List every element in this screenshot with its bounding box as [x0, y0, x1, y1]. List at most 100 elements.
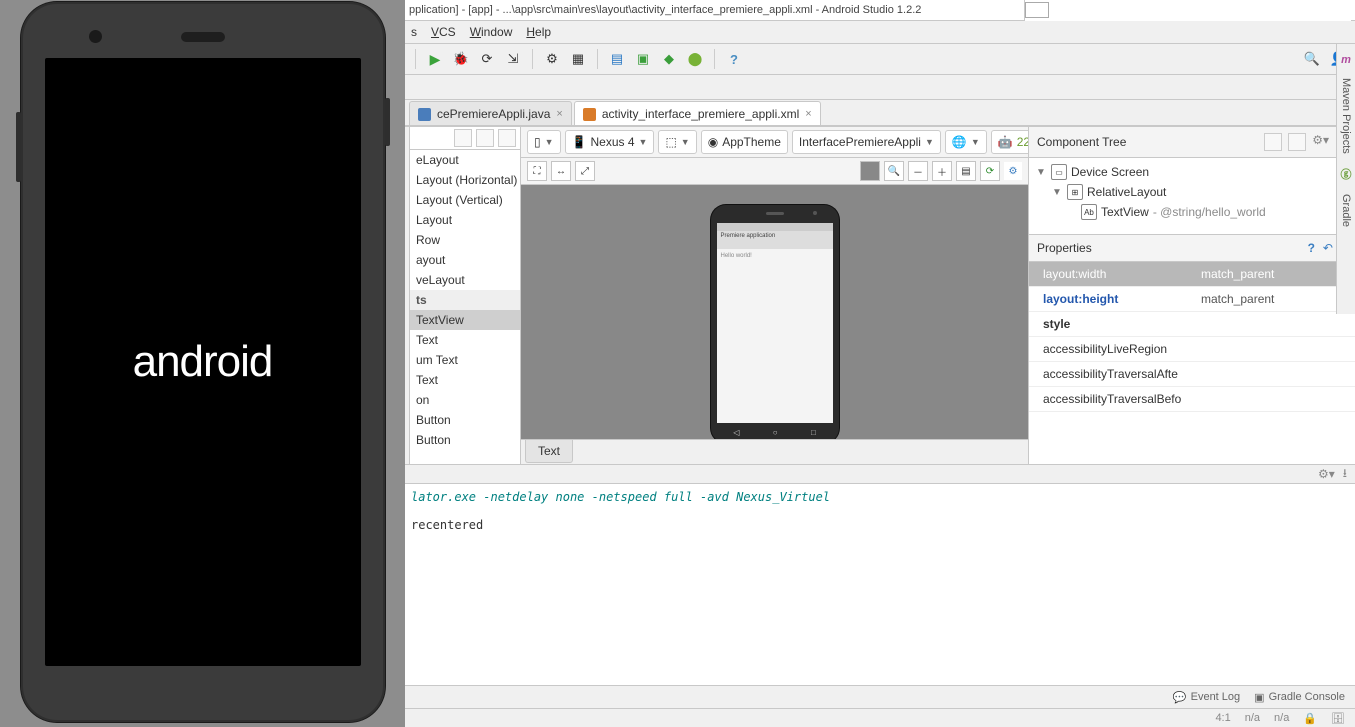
menu-vcs[interactable]: VCS [431, 25, 456, 39]
zoom-out-icon[interactable]: － [908, 161, 928, 181]
palette-item[interactable]: on [410, 390, 520, 410]
tab-layout-file[interactable]: activity_interface_premiere_appli.xml × [574, 101, 821, 126]
property-value[interactable]: match_parent [1193, 267, 1355, 281]
event-log-button[interactable]: 💬 Event Log [1173, 691, 1240, 704]
screenshot-icon[interactable]: ▤ [956, 161, 976, 181]
tab-java-file[interactable]: cePremiereAppli.java × [409, 101, 572, 126]
zoom-fit-icon[interactable]: ⛶ [527, 161, 547, 181]
tree-expand-icon[interactable] [1264, 133, 1282, 151]
properties-table[interactable]: layout:width match_parent layout:height … [1029, 262, 1355, 464]
help-button[interactable]: ? [725, 50, 743, 68]
attach-button[interactable]: ⇲ [504, 50, 522, 68]
zoom-in-icon[interactable]: 🔍 [884, 161, 904, 181]
menu-window[interactable]: Window [470, 25, 513, 39]
tree-row-device-screen[interactable]: ▼ ▭ Device Screen [1033, 162, 1351, 182]
console-output[interactable]: lator.exe -netdelay none -netspeed full … [405, 484, 1355, 685]
zoom-actual-icon[interactable]: ↔ [551, 161, 571, 181]
palette-tool-2[interactable] [476, 129, 494, 147]
tab-text-mode[interactable]: Text [525, 440, 573, 463]
locale-dropdown[interactable]: 🌐▼ [945, 130, 987, 154]
activity-dropdown[interactable]: InterfacePremiereAppli▼ [792, 130, 941, 154]
gradle-console-button[interactable]: ▣ Gradle Console [1254, 691, 1345, 704]
sdk-manager-button[interactable]: ▣ [634, 50, 652, 68]
tree-twisty-icon[interactable]: ▼ [1051, 187, 1063, 198]
tab-close-icon[interactable]: × [556, 108, 562, 120]
palette-item[interactable]: Button [410, 410, 520, 430]
tree-twisty-icon[interactable]: ▼ [1035, 167, 1047, 178]
properties-help-icon[interactable]: ? [1308, 241, 1315, 255]
property-row[interactable]: accessibilityTraversalAfte [1029, 362, 1355, 387]
window-maximize-button[interactable] [1025, 2, 1049, 18]
android-icon[interactable]: ⬤ [686, 50, 704, 68]
design-canvas[interactable]: Premiere application Hello world! ◁ ○ □ [521, 185, 1028, 439]
android-boot-logo: android [133, 337, 273, 387]
status-lock-icon[interactable]: 🔒 [1303, 712, 1317, 725]
palette-item[interactable]: Layout (Vertical) [410, 190, 520, 210]
tree-row-relativelayout[interactable]: ▼ ⊞ RelativeLayout [1033, 182, 1351, 202]
component-tree-header: Component Tree ⚙▾ → [1029, 127, 1355, 158]
palette-item-textview[interactable]: TextView [410, 310, 520, 330]
editor-tabs: cePremiereAppli.java × activity_interfac… [405, 100, 1355, 126]
properties-undo-icon[interactable]: ↶ [1323, 241, 1333, 255]
palette-item[interactable]: veLayout [410, 270, 520, 290]
zoom-reset-icon[interactable]: ⤢ [575, 161, 595, 181]
palette-group-header[interactable]: ts [410, 290, 520, 310]
palette-item[interactable]: Layout [410, 210, 520, 230]
palette-item[interactable]: eLayout [410, 150, 520, 170]
palette-item[interactable]: Row [410, 230, 520, 250]
status-trash-icon[interactable]: 🗄 [1331, 712, 1345, 725]
menu-cut-off[interactable]: s [411, 25, 417, 39]
palette-panel: eLayout Layout (Horizontal) Layout (Vert… [410, 127, 521, 464]
maven-projects-button[interactable]: Maven Projects [1340, 78, 1352, 154]
zoom-100-icon[interactable]: ＋ [932, 161, 952, 181]
palette-tool-1[interactable] [454, 129, 472, 147]
palette-item[interactable]: Text [410, 330, 520, 350]
profile-button[interactable]: ⟳ [478, 50, 496, 68]
gradle-button[interactable]: Gradle [1340, 194, 1352, 227]
ddms-button[interactable]: ◆ [660, 50, 678, 68]
component-tree-title: Component Tree [1037, 135, 1126, 149]
palette-item[interactable]: Text [410, 370, 520, 390]
avd-manager-button[interactable]: ▤ [608, 50, 626, 68]
palette-item[interactable]: um Text [410, 350, 520, 370]
status-na1: n/a [1245, 712, 1260, 724]
property-value[interactable]: match_parent [1193, 292, 1355, 306]
orientation-dropdown[interactable]: ▯▼ [527, 130, 561, 154]
palette-item[interactable]: Button [410, 430, 520, 450]
preview-screen[interactable]: Premiere application Hello world! [717, 223, 833, 423]
device-screen[interactable]: android [45, 58, 361, 666]
property-row[interactable]: style [1029, 312, 1355, 337]
device-earpiece [181, 32, 225, 42]
palette-item[interactable]: Layout (Horizontal) [410, 170, 520, 190]
preview-body: Hello world! [717, 249, 833, 423]
refresh-icon[interactable]: ⟳ [980, 161, 1000, 181]
theme-dropdown[interactable]: ◉ AppTheme [701, 130, 788, 154]
property-row[interactable]: accessibilityTraversalBefo [1029, 387, 1355, 412]
maven-icon[interactable]: m [1341, 54, 1351, 66]
component-tree[interactable]: ▼ ▭ Device Screen ▼ ⊞ RelativeLayout Ab … [1029, 158, 1355, 235]
debug-button[interactable]: 🐞 [452, 50, 470, 68]
api-dropdown[interactable]: 🤖 22▼ [991, 130, 1028, 154]
property-row[interactable]: layout:height match_parent [1029, 287, 1355, 312]
palette-gear-icon[interactable] [498, 129, 516, 147]
config-dropdown[interactable]: ⬚▼ [658, 130, 696, 154]
search-everywhere-icon[interactable]: 🔍 [1303, 50, 1321, 68]
tree-row-textview[interactable]: Ab TextView - @string/hello_world [1033, 202, 1351, 222]
toolbar-icon-1[interactable]: ⚙ [543, 50, 561, 68]
console-gear-icon[interactable]: ⚙▾ [1318, 467, 1335, 481]
menu-help[interactable]: Help [526, 25, 551, 39]
palette-item[interactable]: ayout [410, 250, 520, 270]
settings-gear-icon[interactable]: ⚙ [1004, 162, 1022, 180]
tree-gear-icon[interactable]: ⚙▾ [1312, 133, 1329, 151]
property-row[interactable]: layout:width match_parent [1029, 262, 1355, 287]
property-row[interactable]: accessibilityLiveRegion [1029, 337, 1355, 362]
tab-close-icon[interactable]: × [805, 108, 811, 120]
run-button[interactable]: ▶ [426, 50, 444, 68]
property-key: style [1029, 317, 1193, 331]
tree-collapse-icon[interactable] [1288, 133, 1306, 151]
toolbar-icon-2[interactable]: ▦ [569, 50, 587, 68]
console-download-icon[interactable]: ⭳ [1343, 464, 1347, 485]
select-mode-icon[interactable] [860, 161, 880, 181]
gradle-icon[interactable]: ⓖ [1341, 166, 1352, 182]
device-dropdown[interactable]: 📱 Nexus 4▼ [565, 130, 655, 154]
